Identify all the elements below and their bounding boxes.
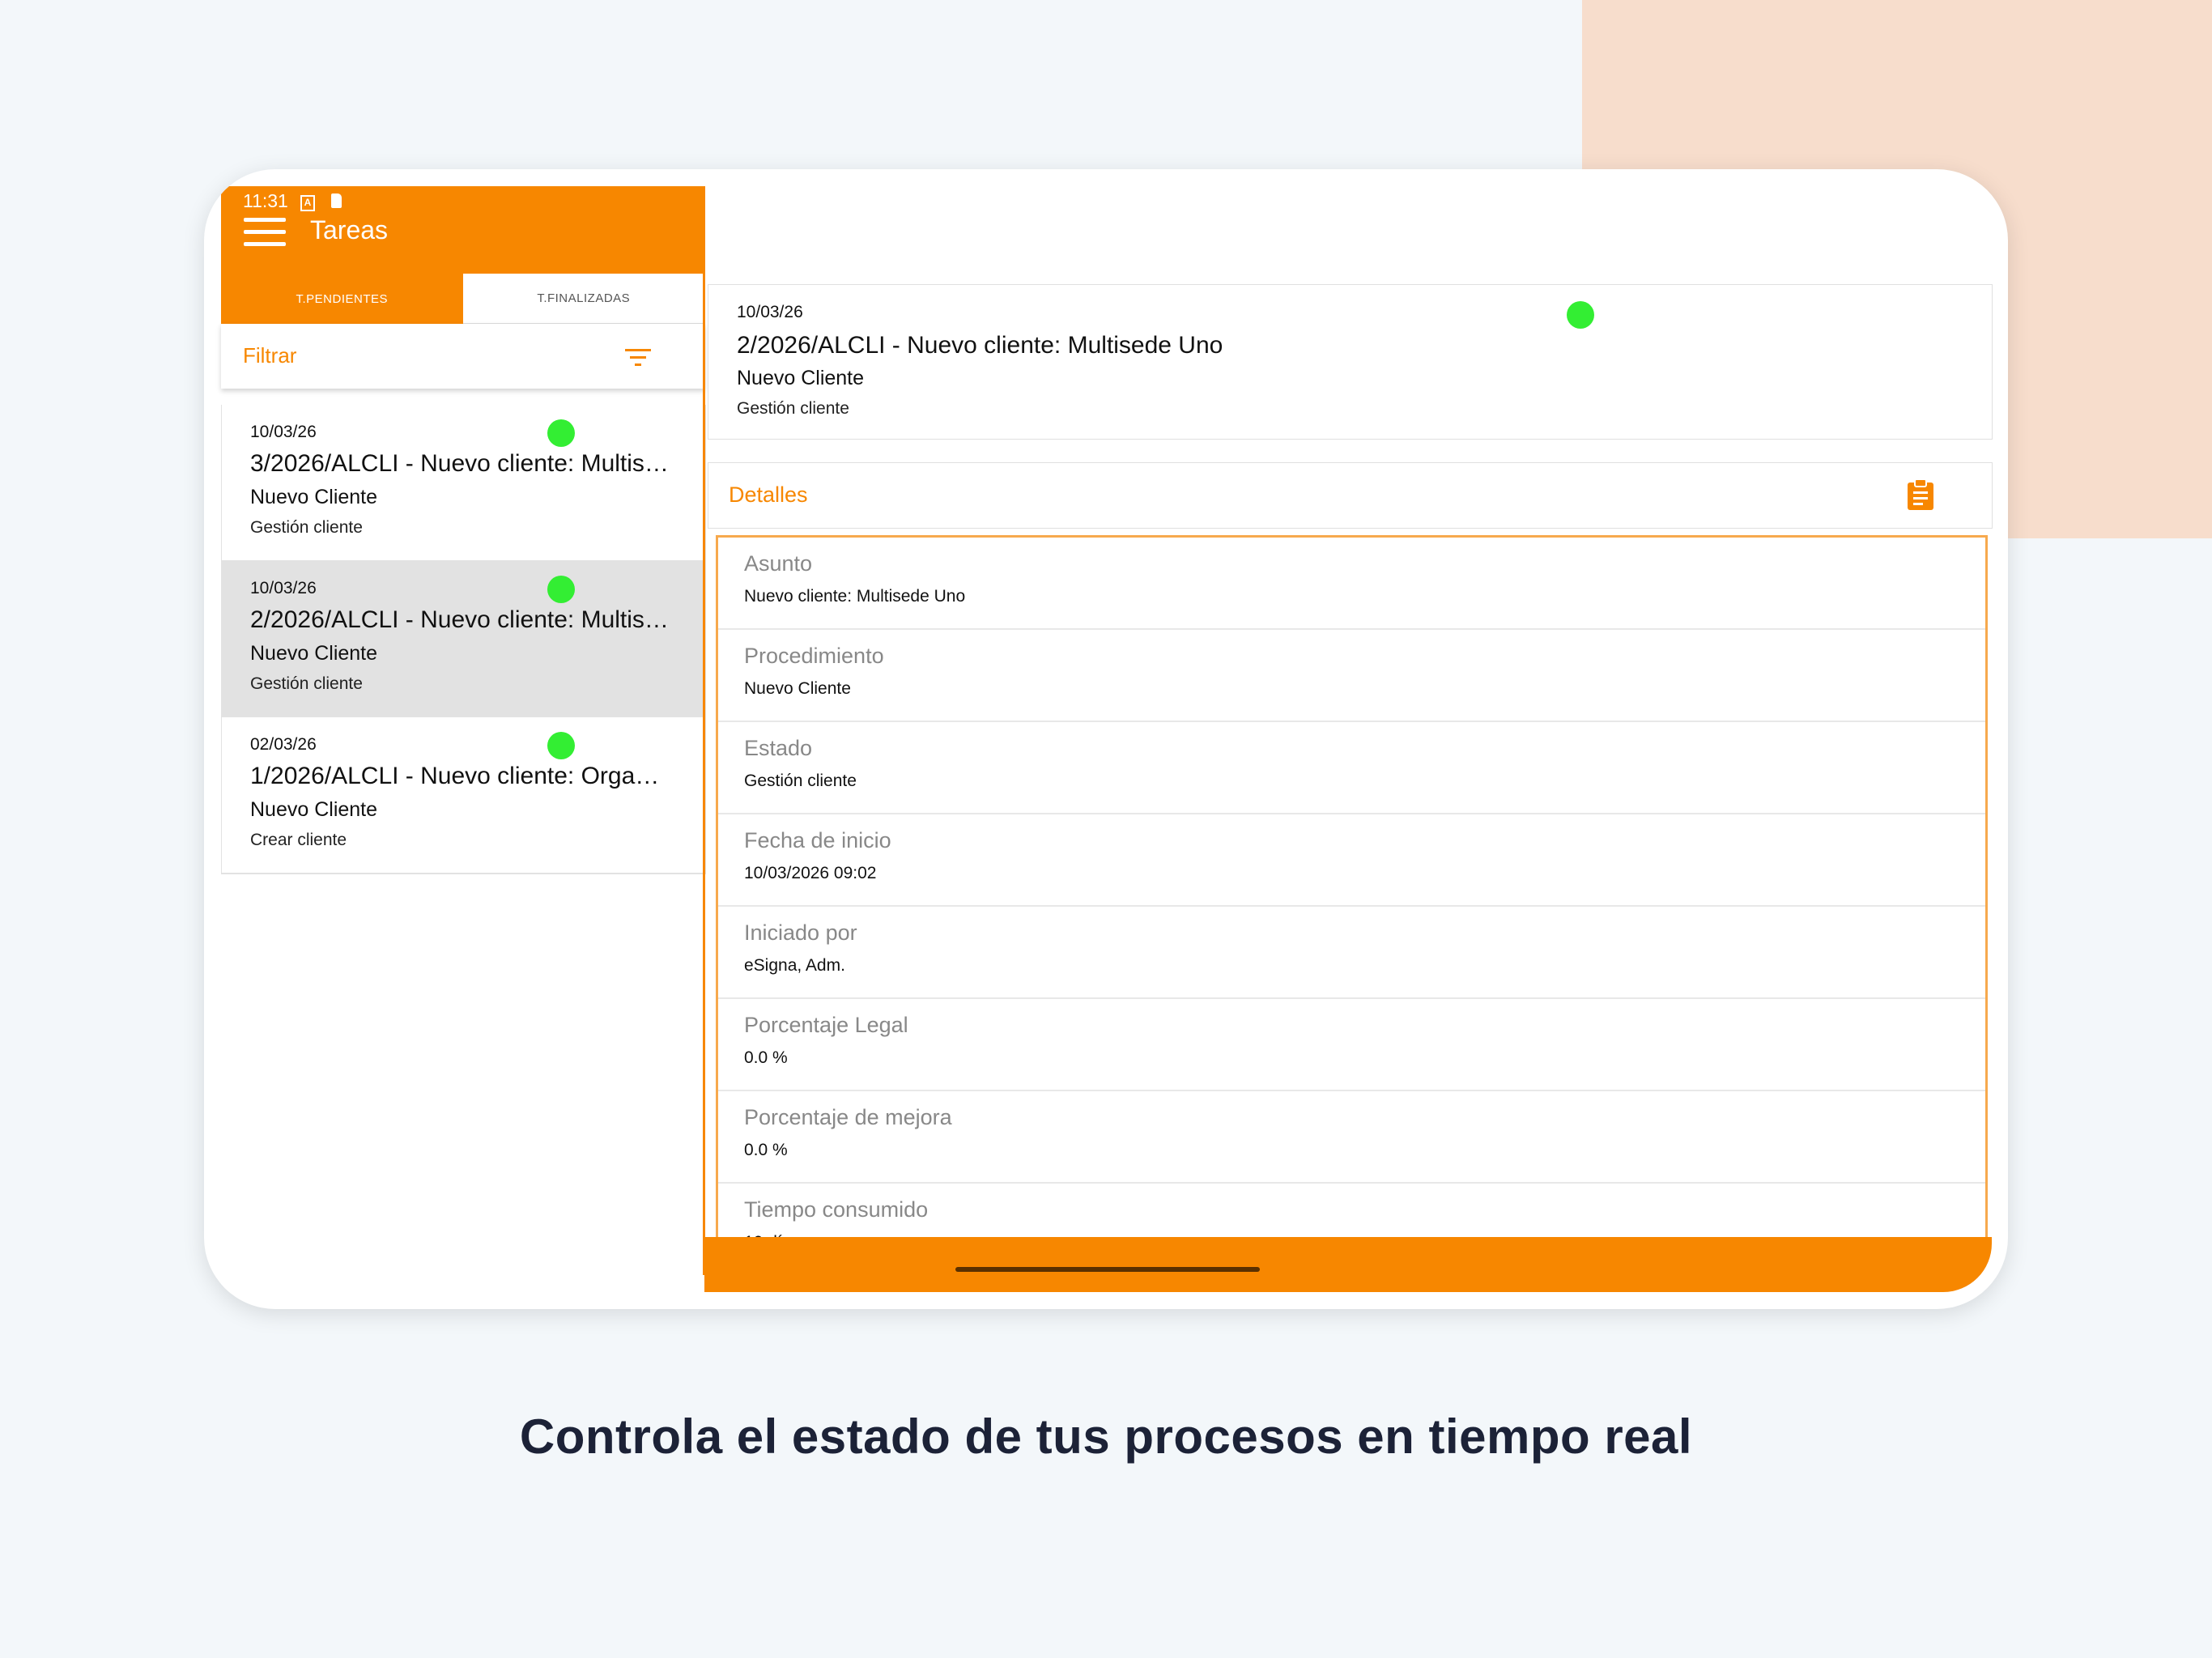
task-state: Gestión cliente — [250, 518, 363, 537]
task-date: 10/03/26 — [250, 579, 317, 597]
task-date: 02/03/26 — [250, 735, 317, 754]
filter-bar[interactable]: Filtrar — [221, 324, 704, 389]
task-detail-pane: 10/03/26 2/2026/ALCLI - Nuevo cliente: M… — [704, 169, 1993, 1309]
tablet-frame: 11:31 A Tareas T.PENDIENTES T.FINALIZADA… — [204, 169, 2008, 1309]
status-dot — [547, 419, 575, 447]
detail-label: Estado — [744, 736, 813, 760]
status-dot — [547, 732, 575, 759]
detail-value: 0.0 % — [744, 1141, 788, 1159]
filter-icon[interactable] — [625, 347, 651, 367]
task-list: 10/03/26 3/2026/ALCLI - Nuevo cliente: M… — [221, 405, 706, 874]
task-title: 1/2026/ALCLI - Nuevo cliente: Organizaci… — [250, 763, 671, 789]
detail-value: Gestión cliente — [744, 772, 857, 790]
clipboard-icon[interactable] — [1907, 478, 1934, 511]
detail-row: Porcentaje de mejora 0.0 % — [718, 1091, 1985, 1184]
detail-row: Procedimiento Nuevo Cliente — [718, 630, 1985, 722]
status-dot — [547, 576, 575, 603]
marketing-caption: Controla el estado de tus procesos en ti… — [519, 1409, 1693, 1464]
filter-label: Filtrar — [243, 343, 297, 368]
task-procedure: Nuevo Cliente — [250, 798, 378, 821]
selected-task-date: 10/03/26 — [737, 303, 803, 321]
selected-task-card: 10/03/26 2/2026/ALCLI - Nuevo cliente: M… — [708, 284, 1993, 440]
task-date: 10/03/26 — [250, 423, 317, 441]
detail-row: Asunto Nuevo cliente: Multisede Uno — [718, 538, 1985, 630]
menu-icon[interactable] — [244, 218, 286, 247]
tab-pendientes[interactable]: T.PENDIENTES — [221, 274, 463, 324]
detail-label: Asunto — [744, 551, 813, 576]
detail-label: Iniciado por — [744, 920, 857, 945]
detail-label: Porcentaje de mejora — [744, 1105, 952, 1129]
tab-finalizadas[interactable]: T.FINALIZADAS — [462, 274, 704, 324]
app-bar: 11:31 A Tareas — [221, 186, 704, 274]
notification-a-icon: A — [300, 195, 315, 211]
selected-task-state: Gestión cliente — [737, 399, 849, 418]
detail-value: Nuevo Cliente — [744, 679, 851, 698]
detail-row: Fecha de inicio 10/03/2026 09:02 — [718, 814, 1985, 907]
detail-row: Iniciado por eSigna, Adm. — [718, 907, 1985, 999]
details-title: Detalles — [729, 483, 808, 507]
detail-value: 10/03/2026 09:02 — [744, 864, 877, 882]
sd-card-icon — [331, 193, 342, 208]
detail-label: Porcentaje Legal — [744, 1013, 908, 1037]
task-title: 3/2026/ALCLI - Nuevo cliente: Multisede … — [250, 450, 671, 477]
details-header: Detalles — [708, 462, 1993, 529]
home-indicator[interactable] — [955, 1267, 1260, 1272]
detail-label: Tiempo consumido — [744, 1197, 929, 1222]
selected-task-title: 2/2026/ALCLI - Nuevo cliente: Multisede … — [737, 332, 1223, 359]
status-time: 11:31 — [243, 190, 288, 211]
task-tabs: T.PENDIENTES T.FINALIZADAS — [221, 274, 704, 324]
selected-task-procedure: Nuevo Cliente — [737, 367, 865, 389]
detail-value: 0.0 % — [744, 1048, 788, 1067]
task-state: Gestión cliente — [250, 674, 363, 693]
status-dot — [1567, 301, 1594, 329]
task-list-item[interactable]: 10/03/26 3/2026/ALCLI - Nuevo cliente: M… — [222, 405, 705, 561]
detail-row: Porcentaje Legal 0.0 % — [718, 999, 1985, 1091]
navigation-bar — [704, 1237, 1992, 1292]
detail-value: Nuevo cliente: Multisede Uno — [744, 587, 966, 606]
task-procedure: Nuevo Cliente — [250, 486, 378, 508]
detail-label: Fecha de inicio — [744, 828, 891, 852]
detail-value: eSigna, Adm. — [744, 956, 845, 975]
task-state: Crear cliente — [250, 831, 347, 849]
task-title: 2/2026/ALCLI - Nuevo cliente: Multisede … — [250, 606, 671, 633]
app-title: Tareas — [310, 215, 389, 244]
detail-row: Estado Gestión cliente — [718, 722, 1985, 814]
task-list-item[interactable]: 02/03/26 1/2026/ALCLI - Nuevo cliente: O… — [222, 717, 705, 874]
details-list: Asunto Nuevo cliente: Multisede Uno Proc… — [716, 535, 1988, 1250]
task-procedure: Nuevo Cliente — [250, 642, 378, 665]
task-list-item[interactable]: 10/03/26 2/2026/ALCLI - Nuevo cliente: M… — [222, 561, 705, 717]
detail-label: Procedimiento — [744, 644, 884, 668]
